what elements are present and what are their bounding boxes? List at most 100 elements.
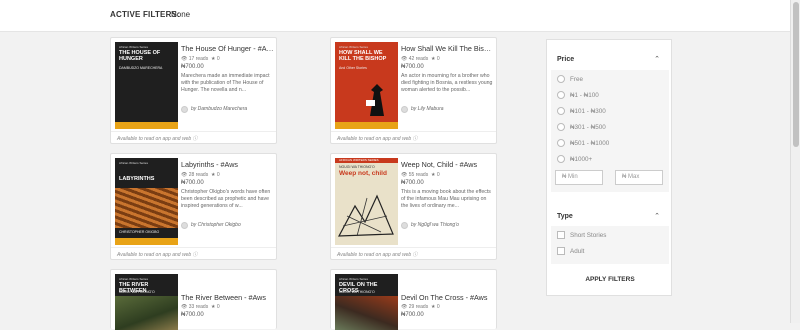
book-stats: 👁 17 reads ★ 0	[181, 56, 220, 62]
cover-band	[115, 122, 178, 129]
book-cover[interactable]: African Writers Series DEVIL ON THE CROS…	[335, 274, 398, 330]
scrollbar[interactable]	[790, 0, 800, 323]
availability-text: Available to read on app and web	[117, 136, 192, 142]
author-row[interactable]: by Christopher Okigbo	[181, 221, 241, 229]
book-card[interactable]: African Writers Series DEVIL ON THE CROS…	[330, 269, 497, 330]
book-title[interactable]: Devil On The Cross - #Aws	[401, 293, 495, 302]
availability-note: Available to read on app and web ⓘ	[117, 251, 198, 258]
book-price: ₦700.00	[401, 180, 424, 186]
cover-author: CHRISTOPHER OKIGBO	[119, 230, 160, 234]
book-card[interactable]: African Writers Series LABYRINTHS CHRIST…	[110, 153, 277, 260]
avatar	[181, 221, 188, 229]
apply-filters-button[interactable]: APPLY FILTERS	[547, 276, 673, 283]
price-option-101-300[interactable]: ₦101 - ₦300	[557, 107, 606, 115]
price-option-label: ₦301 - ₦500	[570, 123, 606, 131]
book-cover[interactable]: African Writers Series HOW SHALL WE KILL…	[335, 42, 398, 129]
star-count: 0	[436, 172, 440, 178]
price-option-free[interactable]: Free	[557, 75, 583, 83]
cover-author: DAMBUDZO MARECHERA	[119, 66, 163, 70]
scrollbar-thumb[interactable]	[793, 2, 799, 147]
author-row[interactable]: by Ngũgĩ wa Thiong'o	[401, 221, 459, 229]
price-option-label: ₦501 - ₦1000	[570, 139, 610, 147]
cover-publisher: African Writers Series	[119, 161, 148, 165]
radio-button[interactable]	[557, 139, 565, 147]
book-card[interactable]: AFRICAN WRITERS SERIES NGUGI WA THIONG'O…	[330, 153, 497, 260]
avatar	[181, 105, 188, 113]
type-filter-title[interactable]: Type	[557, 213, 573, 220]
divider	[331, 131, 496, 132]
filter-panel: Price ⌃ Free ₦1 - ₦100 ₦101 - ₦300 ₦301 …	[546, 39, 672, 296]
reads-count: 17 reads	[188, 56, 209, 62]
eye-icon: 👁	[181, 304, 188, 310]
book-title[interactable]: The House Of Hunger - #Aws	[181, 44, 275, 53]
book-price: ₦700.00	[181, 64, 204, 70]
book-title[interactable]: Weep Not, Child - #Aws	[401, 160, 495, 169]
checkbox[interactable]	[557, 247, 565, 255]
cover-author: NGUGI WA THIONG'O	[339, 290, 375, 294]
info-icon: ⓘ	[192, 252, 198, 258]
max-price-input[interactable]: ₦ Max	[615, 170, 663, 185]
eye-icon: 👁	[401, 304, 408, 310]
radio-button[interactable]	[557, 91, 565, 99]
star-count: 0	[216, 304, 220, 310]
radio-button[interactable]	[557, 75, 565, 83]
cover-author: NGUGI WA THIONG'O	[339, 165, 375, 169]
price-filter-title[interactable]: Price	[557, 56, 574, 63]
avatar	[401, 105, 408, 113]
cover-title: LABYRINTHS	[119, 176, 155, 182]
price-option-301-500[interactable]: ₦301 - ₦500	[557, 123, 606, 131]
star-icon: ★	[211, 304, 216, 310]
book-title[interactable]: How Shall We Kill The Bisho...	[401, 44, 495, 53]
cover-artwork	[335, 296, 398, 330]
price-option-label: ₦1 - ₦100	[570, 91, 599, 99]
book-cover[interactable]: AFRICAN WRITERS SERIES NGUGI WA THIONG'O…	[335, 158, 398, 245]
type-option-label: Short Stories	[570, 231, 607, 239]
book-stats: 👁 33 reads ★ 0	[181, 304, 220, 310]
book-description: An actor in mourning for a brother who d…	[401, 73, 493, 93]
book-price: ₦700.00	[401, 312, 424, 318]
type-option-short-stories[interactable]: Short Stories	[557, 231, 606, 239]
availability-text: Available to read on app and web	[337, 136, 412, 142]
book-title[interactable]: Labyrinths - #Aws	[181, 160, 275, 169]
chevron-up-icon[interactable]: ⌃	[654, 212, 660, 220]
author-name: by Dambudzo Marechera	[191, 106, 248, 112]
cover-author: NGUGI WA THIONG'O	[119, 290, 155, 294]
reads-count: 33 reads	[188, 304, 209, 310]
author-row[interactable]: by Dambudzo Marechera	[181, 105, 247, 113]
cover-title: HOW SHALL WE KILL THE BISHOP	[339, 50, 387, 62]
book-price: ₦700.00	[181, 312, 204, 318]
star-count: 0	[436, 304, 440, 310]
checkbox[interactable]	[557, 231, 565, 239]
book-cover[interactable]: African Writers Series LABYRINTHS CHRIST…	[115, 158, 178, 245]
author-row[interactable]: by Lily Mabura	[401, 105, 444, 113]
cover-artwork	[115, 296, 178, 330]
book-card[interactable]: African Writers Series HOW SHALL WE KILL…	[330, 37, 497, 144]
book-stats: 👁 55 reads ★ 0	[401, 172, 440, 178]
cover-artwork	[115, 188, 178, 228]
radio-button[interactable]	[557, 107, 565, 115]
avatar	[401, 221, 408, 229]
chevron-up-icon[interactable]: ⌃	[654, 55, 660, 63]
reads-count: 42 reads	[408, 56, 429, 62]
book-cover[interactable]: African Writers Series THE RIVER BETWEEN…	[115, 274, 178, 330]
book-stats: 👁 42 reads ★ 0	[401, 56, 440, 62]
cover-publisher: African Writers Series	[339, 45, 368, 49]
price-option-501-1000[interactable]: ₦501 - ₦1000	[557, 139, 609, 147]
radio-button[interactable]	[557, 123, 565, 131]
book-title[interactable]: The River Between - #Aws	[181, 293, 275, 302]
book-card[interactable]: African Writers Series THE HOUSE OF HUNG…	[110, 37, 277, 144]
price-option-1-100[interactable]: ₦1 - ₦100	[557, 91, 599, 99]
book-card[interactable]: African Writers Series THE RIVER BETWEEN…	[110, 269, 277, 330]
reads-count: 29 reads	[408, 304, 429, 310]
info-icon: ⓘ	[412, 136, 418, 142]
min-price-input[interactable]: ₦ Min	[555, 170, 603, 185]
book-price: ₦700.00	[401, 64, 424, 70]
type-option-adult[interactable]: Adult	[557, 247, 584, 255]
book-price: ₦700.00	[181, 180, 204, 186]
radio-button[interactable]	[557, 155, 565, 163]
cover-artwork	[337, 194, 394, 237]
availability-note: Available to read on app and web ⓘ	[117, 135, 198, 142]
cover-title: Weep not, child	[339, 170, 387, 177]
price-option-1000-plus[interactable]: ₦1000+	[557, 155, 592, 163]
book-cover[interactable]: African Writers Series THE HOUSE OF HUNG…	[115, 42, 178, 129]
